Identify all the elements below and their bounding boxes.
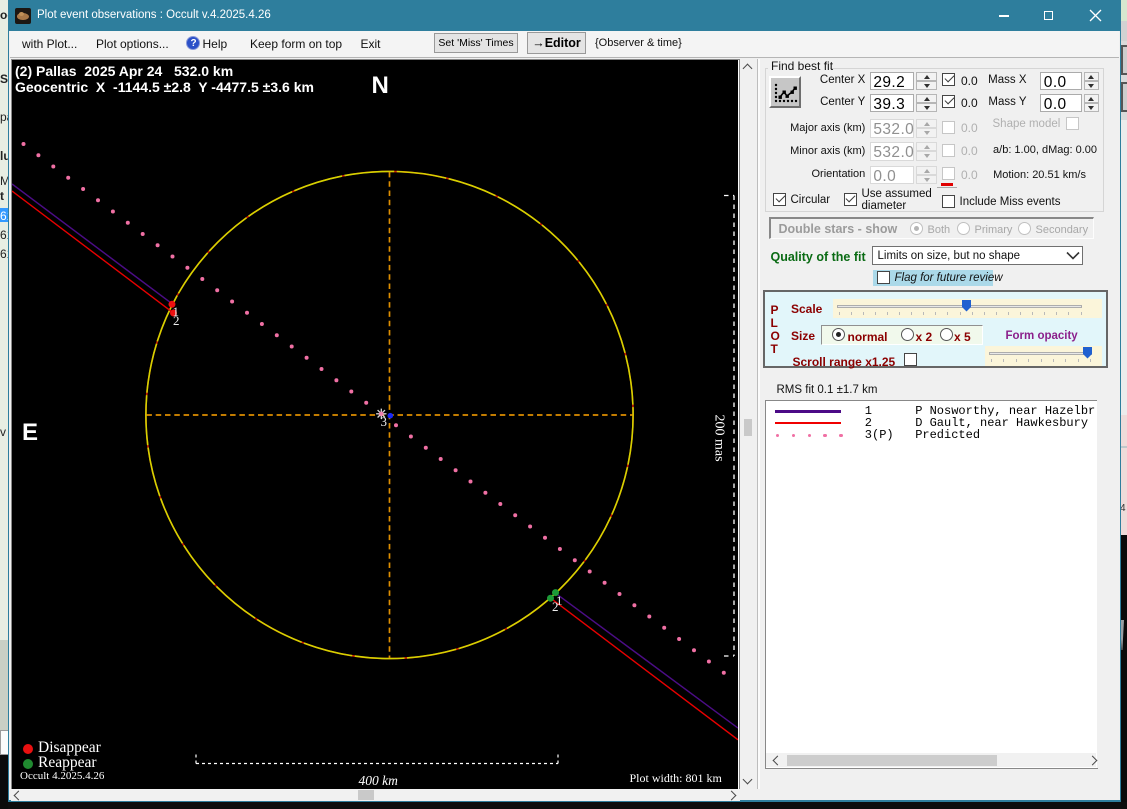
svg-text:200 mas: 200 mas <box>712 414 727 461</box>
